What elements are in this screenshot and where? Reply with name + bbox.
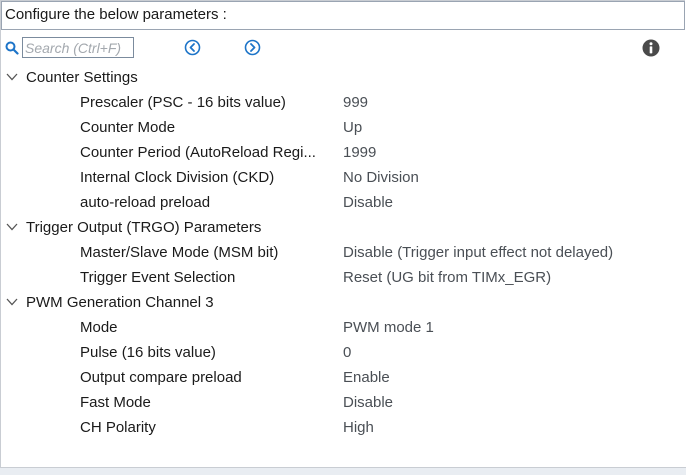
param-label: Internal Clock Division (CKD) (80, 169, 275, 186)
param-row-master-slave-mode[interactable]: Master/Slave Mode (MSM bit) Disable (Tri… (1, 241, 686, 266)
param-row-counter-period[interactable]: Counter Period (AutoReload Regi... 1999 (1, 141, 686, 166)
param-label: auto-reload preload (80, 194, 211, 211)
section-counter-settings[interactable]: Counter Settings (1, 66, 686, 91)
param-row-clock-division[interactable]: Internal Clock Division (CKD) No Divisio… (1, 166, 686, 191)
chevron-down-icon[interactable] (6, 73, 18, 81)
info-icon[interactable] (642, 39, 660, 57)
panel-title: Configure the below parameters : (5, 6, 227, 23)
param-row-mode[interactable]: Mode PWM mode 1 (1, 316, 686, 341)
param-row-prescaler[interactable]: Prescaler (PSC - 16 bits value) 999 (1, 91, 686, 116)
param-label: Trigger Event Selection (80, 269, 236, 286)
param-value[interactable]: High (343, 419, 374, 436)
param-row-auto-reload-preload[interactable]: auto-reload preload Disable (1, 191, 686, 216)
param-label: Prescaler (PSC - 16 bits value) (80, 94, 286, 111)
search-field[interactable] (22, 37, 134, 58)
param-row-fast-mode[interactable]: Fast Mode Disable (1, 391, 686, 416)
param-row-trigger-event[interactable]: Trigger Event Selection Reset (UG bit fr… (1, 266, 686, 291)
arrow-right-circle-icon[interactable] (244, 39, 261, 56)
search-input[interactable] (25, 39, 129, 56)
param-label: Mode (80, 319, 118, 336)
param-value[interactable]: PWM mode 1 (343, 319, 434, 336)
parameter-panel: Configure the below parameters : Search … (0, 0, 685, 468)
param-value[interactable]: Disable (343, 394, 393, 411)
param-value[interactable]: Reset (UG bit from TIMx_EGR) (343, 269, 551, 286)
section-label: Trigger Output (TRGO) Parameters (26, 219, 262, 236)
section-label: PWM Generation Channel 3 (26, 294, 214, 311)
panel-header: Configure the below parameters : (1, 1, 685, 30)
section-pwm-channel-3[interactable]: PWM Generation Channel 3 (1, 291, 686, 316)
param-value[interactable]: Up (343, 119, 362, 136)
param-label: Counter Mode (80, 119, 176, 136)
param-label: Counter Period (AutoReload Regi... (80, 144, 316, 161)
chevron-down-icon[interactable] (6, 298, 18, 306)
chevron-down-icon[interactable] (6, 223, 18, 231)
arrow-left-circle-icon[interactable] (184, 39, 201, 56)
param-value[interactable]: Enable (343, 369, 390, 386)
param-row-ch-polarity[interactable]: CH Polarity High (1, 416, 686, 441)
param-row-output-compare-preload[interactable]: Output compare preload Enable (1, 366, 686, 391)
param-value[interactable]: 1999 (343, 144, 376, 161)
search-toolbar (1, 36, 686, 62)
param-value[interactable]: Disable (Trigger input effect not delaye… (343, 244, 613, 261)
param-label: Output compare preload (80, 369, 242, 386)
param-value[interactable]: Disable (343, 194, 393, 211)
param-row-pulse[interactable]: Pulse (16 bits value) 0 (1, 341, 686, 366)
param-row-counter-mode[interactable]: Counter Mode Up (1, 116, 686, 141)
param-value[interactable]: 0 (343, 344, 351, 361)
param-label: CH Polarity (80, 419, 156, 436)
section-label: Counter Settings (26, 69, 138, 86)
param-label: Pulse (16 bits value) (80, 344, 216, 361)
param-value[interactable]: No Division (343, 169, 419, 186)
param-value[interactable]: 999 (343, 94, 368, 111)
param-label: Master/Slave Mode (MSM bit) (80, 244, 279, 261)
search-icon[interactable] (5, 41, 19, 55)
section-trigger-output[interactable]: Trigger Output (TRGO) Parameters (1, 216, 686, 241)
param-label: Fast Mode (80, 394, 151, 411)
